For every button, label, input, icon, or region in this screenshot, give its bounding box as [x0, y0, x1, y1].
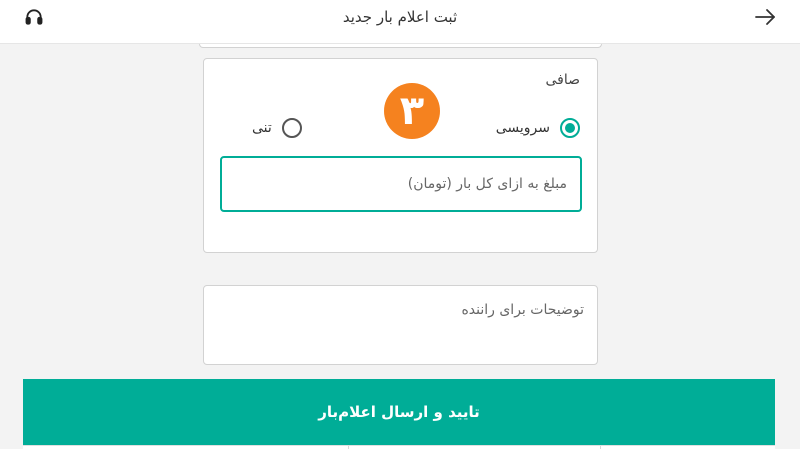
radio-service-label: سرویسی — [495, 120, 550, 136]
pricing-label: صافی — [545, 72, 580, 88]
driver-notes-input[interactable] — [203, 285, 598, 365]
radio-per-ton-label: تنی — [252, 120, 272, 136]
app-header: ثبت اعلام بار جدید — [0, 0, 800, 44]
submit-button[interactable]: تایید و ارسال اعلام‌بار — [23, 379, 775, 445]
arrow-right-icon[interactable] — [752, 7, 778, 27]
bottom-nav — [23, 445, 775, 449]
radio-checked-icon[interactable] — [560, 118, 580, 138]
page-title: ثبت اعلام بار جدید — [342, 8, 458, 26]
radio-per-ton[interactable]: تنی — [252, 117, 302, 139]
price-input[interactable] — [220, 156, 582, 212]
radio-unchecked-icon[interactable] — [281, 118, 302, 138]
radio-service[interactable]: سرویسی — [496, 117, 580, 139]
screen: ثبت اعلام بار جدید صافی ۳ سرویسی تنی تای… — [0, 0, 800, 449]
step-badge: ۳ — [384, 83, 440, 139]
pricing-card: صافی ۳ سرویسی تنی — [203, 58, 598, 253]
